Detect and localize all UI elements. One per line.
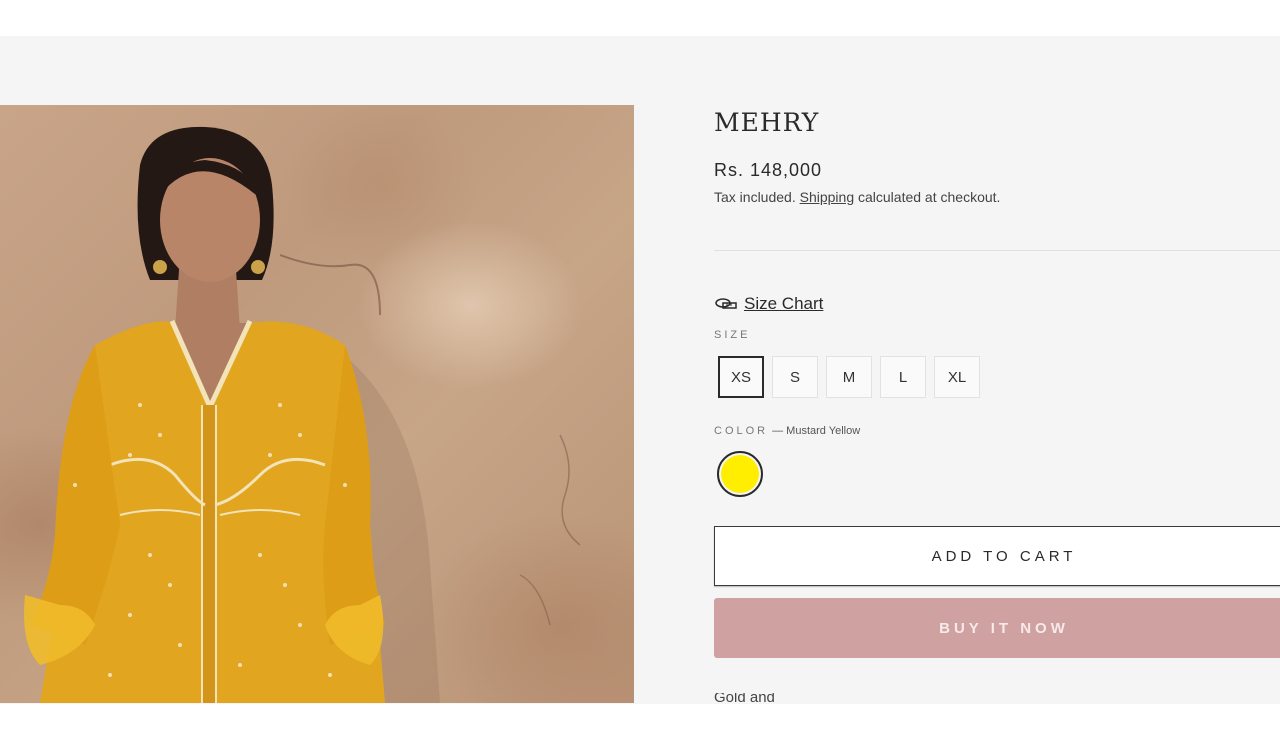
size-options: XS S M L XL (718, 356, 980, 398)
size-label: SIZE (714, 329, 751, 341)
size-option-xs[interactable]: XS (718, 356, 764, 398)
size-option-m[interactable]: M (826, 356, 872, 398)
bottom-strip (0, 704, 1280, 731)
swatch-fill (721, 455, 759, 493)
size-option-l[interactable]: L (880, 356, 926, 398)
ruler-icon (714, 296, 738, 312)
color-swatch-yellow[interactable] (717, 451, 763, 497)
product-description: Gold and (714, 693, 1280, 704)
product-title: MEHRY (714, 108, 820, 137)
tax-note-prefix: Tax included. (714, 189, 800, 205)
size-chart-link[interactable]: Size Chart (714, 294, 823, 314)
add-to-cart-button[interactable]: ADD TO CART (714, 526, 1280, 586)
size-option-s[interactable]: S (772, 356, 818, 398)
size-chart-label: Size Chart (744, 294, 824, 313)
tax-note-suffix: calculated at checkout. (854, 189, 1001, 205)
product-price: Rs. 148,000 (714, 160, 823, 180)
buy-it-now-button[interactable]: BUY IT NOW (714, 598, 1280, 658)
color-label-text: COLOR (714, 425, 769, 437)
color-value: — Mustard Yellow (772, 425, 861, 437)
shipping-link[interactable]: Shipping (800, 189, 855, 205)
tax-note: Tax included. Shipping calculated at che… (714, 189, 1000, 205)
divider (714, 250, 1280, 251)
product-image[interactable] (0, 105, 634, 703)
product-description-text: Gold and (714, 693, 775, 704)
product-photo-illustration (24, 126, 581, 703)
color-label: COLOR — Mustard Yellow (714, 425, 860, 437)
size-option-xl[interactable]: XL (934, 356, 980, 398)
